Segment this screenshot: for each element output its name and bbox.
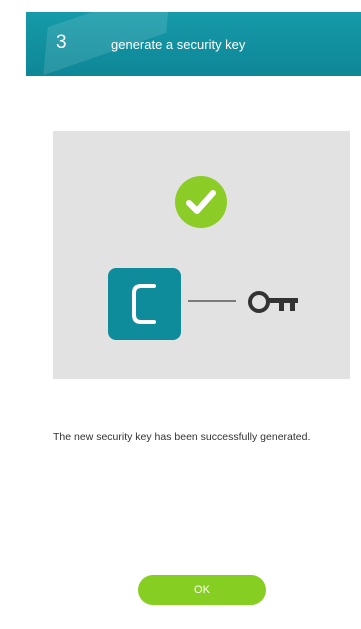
step-number: 3 — [56, 32, 67, 53]
success-message: The new security key has been successful… — [53, 431, 311, 443]
security-key-illustration — [53, 131, 350, 379]
key-icon — [248, 291, 298, 313]
dialog-header: 3 generate a security key — [26, 12, 361, 76]
c-logo-icon — [108, 268, 181, 340]
dialog-page: 3 generate a security key The new securi… — [0, 0, 361, 629]
ok-button[interactable]: OK — [138, 575, 266, 605]
check-circle-icon — [175, 176, 227, 228]
connector-line — [188, 300, 236, 302]
dialog-title: generate a security key — [111, 37, 246, 52]
